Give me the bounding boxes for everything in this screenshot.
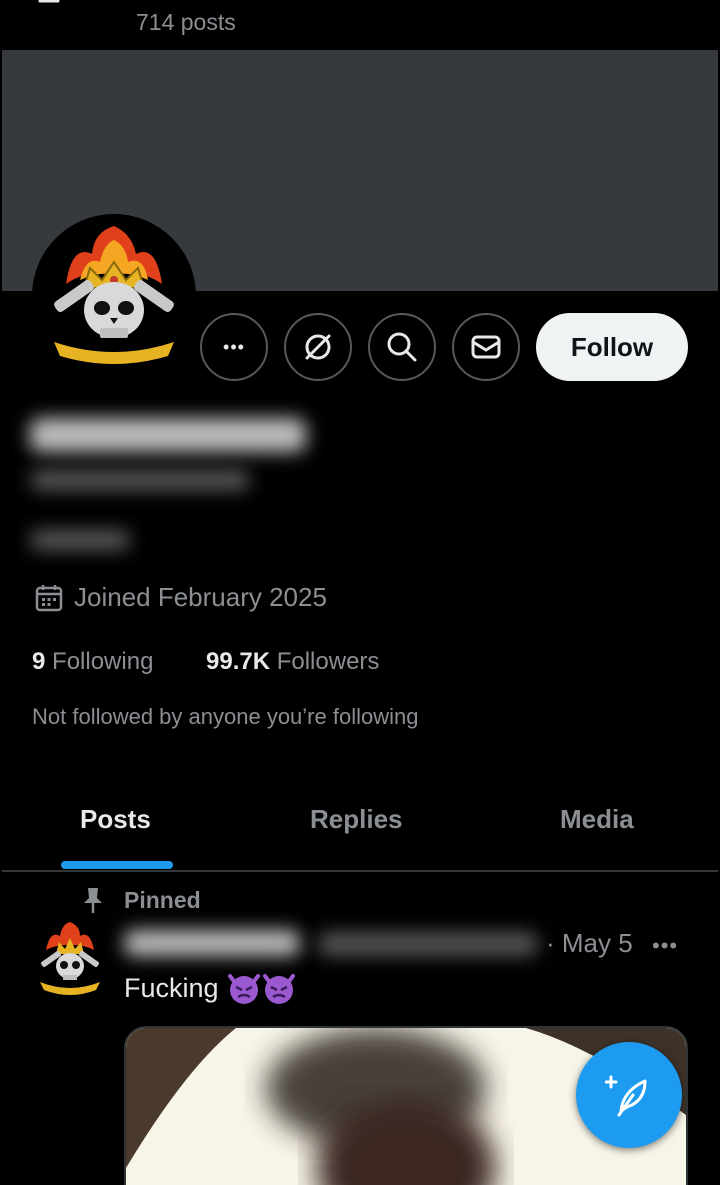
- post-author-avatar[interactable]: [36, 920, 104, 1000]
- pinned-text: Pinned: [124, 886, 201, 913]
- pin-icon: [84, 888, 102, 913]
- profile-avatar[interactable]: [32, 214, 196, 378]
- more-dots-icon: •••: [223, 336, 245, 357]
- tab-divider: [2, 870, 718, 872]
- more-options-button[interactable]: •••: [200, 313, 268, 381]
- post-more-button[interactable]: •••: [652, 933, 678, 959]
- top-bar: 714 posts: [0, 0, 720, 48]
- tab-media[interactable]: Media: [560, 804, 634, 835]
- tab-posts[interactable]: Posts: [80, 804, 151, 835]
- compose-feather-icon: [605, 1075, 647, 1117]
- grok-icon: [305, 334, 331, 360]
- followers-stat[interactable]: 99.7K Followers: [206, 648, 379, 676]
- mail-icon: [471, 335, 501, 359]
- post-text-content: Fucking: [124, 972, 219, 1003]
- active-tab-indicator: [61, 861, 173, 869]
- following-label: Following: [52, 648, 154, 675]
- tab-replies[interactable]: Replies: [310, 804, 403, 835]
- calendar-icon: [35, 584, 63, 611]
- followers-label: Followers: [276, 648, 380, 675]
- pinned-label: Pinned: [80, 886, 201, 914]
- compose-post-button[interactable]: [576, 1042, 682, 1148]
- bio-redacted: [30, 530, 130, 550]
- post-author-handle-redacted: [318, 932, 538, 956]
- followers-count: 99.7K: [206, 648, 271, 675]
- follow-button[interactable]: Follow: [536, 313, 688, 381]
- post-author-name-redacted: [124, 930, 300, 956]
- post-count: 714 posts: [136, 9, 236, 35]
- following-stat[interactable]: 9 Following: [32, 648, 153, 676]
- search-icon: [387, 332, 417, 362]
- search-button[interactable]: [368, 313, 436, 381]
- handle-redacted: [30, 470, 250, 490]
- skull-crown-logo-small: [40, 922, 100, 995]
- post-text: Fucking: [124, 970, 297, 1006]
- joined-date: Joined February 2025: [34, 582, 327, 613]
- grok-button[interactable]: [284, 313, 352, 381]
- not-followed-notice: Not followed by anyone you’re following: [32, 704, 419, 729]
- post-date[interactable]: · May 5: [546, 928, 633, 959]
- joined-text: Joined February 2025: [74, 582, 327, 612]
- devil-emoji-icon: [227, 974, 295, 1004]
- message-button[interactable]: [452, 313, 520, 381]
- following-count: 9: [32, 648, 46, 675]
- back-arrow-icon[interactable]: [28, 0, 68, 16]
- skull-crown-logo: [32, 214, 196, 378]
- display-name-redacted: [30, 418, 306, 452]
